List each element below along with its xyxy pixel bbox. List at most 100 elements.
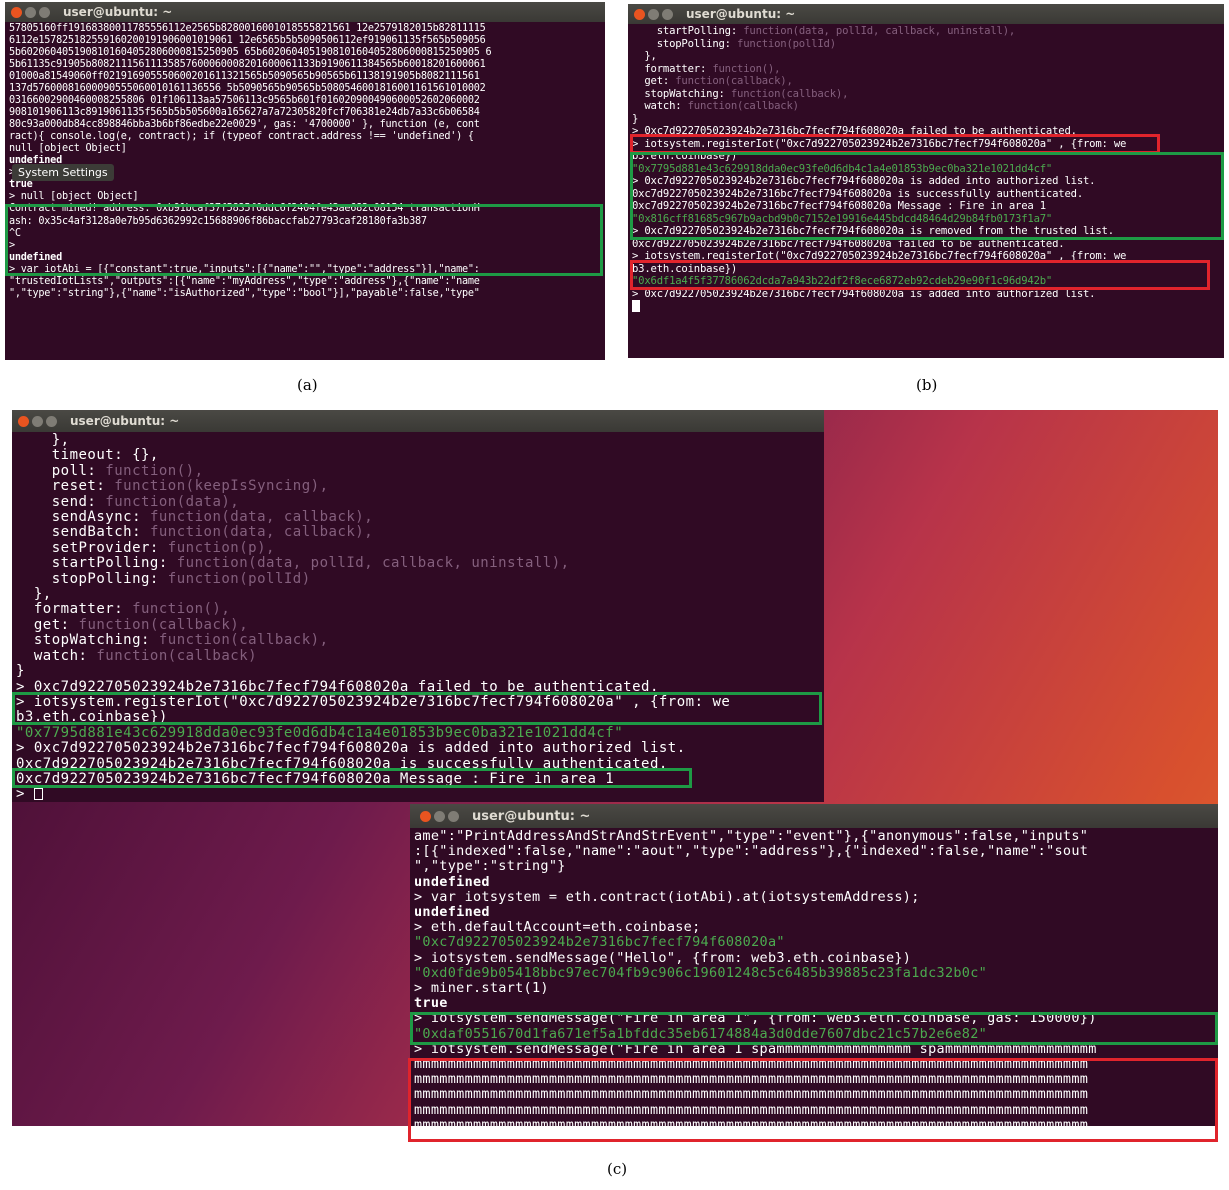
system-settings-tooltip: System Settings <box>12 164 114 181</box>
minimize-icon[interactable] <box>434 810 445 822</box>
terminal-line: watch: function(callback) <box>632 100 1220 113</box>
terminal-line: > eth.defaultAccount=eth.coinbase; <box>414 920 1214 935</box>
terminal-line: null [object Object] <box>9 143 127 155</box>
terminal-line: "0x7795d881e43c629918dda0ec93fe0d6db4c1a… <box>16 726 820 741</box>
terminal-line: true <box>414 996 1214 1011</box>
maximize-icon[interactable] <box>662 8 673 20</box>
terminal-value: function(data, pollId, callback, uninsta… <box>176 556 570 572</box>
terminal-line: > var iotsystem = eth.contract(iotAbi).a… <box>414 890 1214 905</box>
terminal-text: timeout: {}, <box>16 448 159 464</box>
terminal-line: "0xd0fde9b05418bbc97ec704fb9c906c1960124… <box>414 966 1214 981</box>
maximize-icon[interactable] <box>39 6 50 18</box>
terminal-text: send: <box>16 494 106 510</box>
terminal-text: watch: <box>16 648 97 664</box>
highlight-green-a <box>5 204 603 276</box>
terminal-text: reset: <box>16 479 115 495</box>
terminal-text: undefined <box>414 874 490 890</box>
terminal-value: function(callback) <box>96 648 258 664</box>
terminal-line: }, <box>16 433 820 448</box>
terminal-text: }, <box>16 587 52 603</box>
terminal-line: > null [object Object] <box>9 191 139 203</box>
terminal-line: get: function(callback), <box>632 75 1220 88</box>
terminal-line: ract){ console.log(e, contract); if (typ… <box>9 131 474 143</box>
window-title: user@ubuntu: ~ <box>472 808 591 824</box>
highlight-red-b1 <box>630 134 1160 154</box>
terminal-output-c1[interactable]: }, timeout: {}, poll: function(), reset:… <box>12 432 824 802</box>
close-icon[interactable] <box>11 6 22 18</box>
terminal-line: ","type":"string"} <box>414 859 1214 874</box>
minimize-icon[interactable] <box>32 415 43 427</box>
terminal-text: } <box>16 664 25 680</box>
terminal-text: stopWatching: <box>632 87 731 100</box>
terminal-text: sendBatch: <box>16 525 150 541</box>
terminal-line: :[{"indexed":false,"name":"aout","type":… <box>414 844 1214 859</box>
minimize-icon[interactable] <box>648 8 659 20</box>
terminal-value: function(), <box>132 602 231 618</box>
terminal-line: sendBatch: function(data, callback), <box>16 525 820 540</box>
titlebar-b[interactable]: user@ubuntu: ~ <box>628 4 1224 24</box>
terminal-line: true <box>9 179 33 191</box>
terminal-text: sendAsync: <box>16 510 150 526</box>
terminal-line: stopPolling: function(pollId) <box>16 572 820 587</box>
terminal-line: > iotsystem.sendMessage("Hello", {from: … <box>414 951 1214 966</box>
terminal-text: true <box>414 996 448 1012</box>
terminal-value: function(callback), <box>675 75 793 87</box>
terminal-value: function(p), <box>167 540 275 556</box>
terminal-line: undefined <box>414 905 1214 920</box>
terminal-line: > miner.start(1) <box>414 981 1214 996</box>
terminal-line: 5b61135c91905b80821115611135857600060008… <box>9 59 486 71</box>
terminal-text: startPolling: <box>16 556 177 572</box>
minimize-icon[interactable] <box>25 6 36 18</box>
terminal-text: get: <box>16 617 79 633</box>
terminal-line: 137d57600081600090555060010161136556 5b5… <box>9 83 486 95</box>
terminal-line: reset: function(keepIsSyncing), <box>16 479 820 494</box>
terminal-value: function(pollId) <box>167 571 311 587</box>
terminal-text: formatter: <box>632 62 713 75</box>
close-icon[interactable] <box>18 415 29 427</box>
terminal-text: ","type":"string"} <box>414 859 566 875</box>
terminal-line: timeout: {}, <box>16 448 820 463</box>
terminal-text: watch: <box>632 100 688 112</box>
terminal-line: sendAsync: function(data, callback), <box>16 510 820 525</box>
terminal-value: function(data, pollId, callback, uninsta… <box>743 25 1016 37</box>
terminal-line: watch: function(callback) <box>16 649 820 664</box>
terminal-value: function(callback) <box>687 100 799 112</box>
close-icon[interactable] <box>634 8 645 20</box>
window-title: user@ubuntu: ~ <box>63 5 173 19</box>
terminal-value: function(callback), <box>730 87 849 100</box>
terminal-text: startPolling: <box>632 25 744 37</box>
terminal-value: "0xd0fde9b05418bbc97ec704fb9c906c1960124… <box>414 965 988 981</box>
titlebar-a[interactable]: user@ubuntu: ~ <box>5 2 605 22</box>
highlight-red-b2 <box>630 260 1210 290</box>
terminal-window-a[interactable]: user@ubuntu: ~ 57805160ff191683800117855… <box>5 2 605 360</box>
terminal-value: function(callback), <box>78 617 249 633</box>
maximize-icon[interactable] <box>46 415 57 427</box>
text-cursor <box>33 788 43 801</box>
terminal-line: stopWatching: function(callback), <box>16 633 820 648</box>
terminal-text: :[{"indexed":false,"name":"aout","type":… <box>414 844 1089 860</box>
terminal-value: "0x7795d881e43c629918dda0ec93fe0d6db4c1a… <box>16 725 624 741</box>
terminal-value: function(data), <box>105 494 240 510</box>
maximize-icon[interactable] <box>448 810 459 822</box>
titlebar-c1[interactable]: user@ubuntu: ~ <box>12 410 824 432</box>
caption-c: (c) <box>607 1160 628 1178</box>
terminal-text: undefined <box>414 905 490 921</box>
terminal-text: formatter: <box>16 602 133 618</box>
terminal-value: "0xc7d922705023924b2e7316bc7fecf794f6080… <box>414 935 785 951</box>
terminal-line: 01000a81549060ff021916905550600201611321… <box>9 71 480 83</box>
text-cursor <box>632 300 640 312</box>
terminal-window-c1[interactable]: user@ubuntu: ~ }, timeout: {}, poll: fun… <box>12 410 824 802</box>
terminal-value: function(data, callback), <box>149 510 374 526</box>
titlebar-c2[interactable]: user@ubuntu: ~ <box>410 804 1218 828</box>
highlight-red-c2 <box>408 1058 1218 1142</box>
terminal-text: > var iotsystem = eth.contract(iotAbi).a… <box>414 889 920 905</box>
close-icon[interactable] <box>420 810 431 822</box>
terminal-line: get: function(callback), <box>16 618 820 633</box>
terminal-line: }, <box>632 50 1220 63</box>
terminal-value: function(), <box>105 463 204 479</box>
terminal-text: > eth.defaultAccount=eth.coinbase; <box>414 920 701 936</box>
terminal-line: stopPolling: function(pollId) <box>632 38 1220 51</box>
caption-a: (a) <box>297 376 318 394</box>
terminal-line: formatter: function(), <box>632 63 1220 76</box>
terminal-value: function(keepIsSyncing), <box>114 479 329 495</box>
